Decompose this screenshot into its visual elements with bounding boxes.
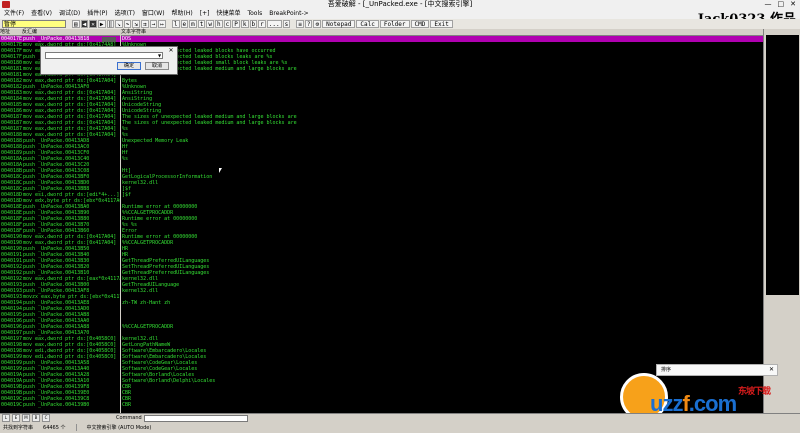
exit-button[interactable]: Exit: [430, 20, 453, 28]
help-icon[interactable]: ?: [304, 20, 313, 28]
tab-c[interactable]: C: [42, 414, 50, 422]
tab-m[interactable]: M: [22, 414, 30, 422]
cmd-button[interactable]: CMD: [410, 20, 430, 28]
close-icon[interactable]: ✕: [89, 20, 97, 28]
toolbar-btn-c[interactable]: c: [223, 20, 232, 28]
address-column-header[interactable]: 地址: [0, 29, 22, 36]
menu-plugins[interactable]: 插件(P): [87, 9, 107, 19]
list-icon[interactable]: ≡: [296, 20, 304, 28]
execute-till-return-icon[interactable]: →: [149, 20, 158, 28]
folder-button[interactable]: Folder: [379, 20, 410, 28]
command-bar: L E M B C Command: [0, 413, 800, 422]
menu-help[interactable]: 帮助(H): [172, 9, 193, 19]
search-dialog: ✕ ▼ 确定 取消: [40, 46, 178, 75]
command-pane[interactable]: push _UnPacke.00413B18 mov eax,dword ptr …: [22, 36, 120, 413]
calc-button[interactable]: Calc: [356, 20, 379, 28]
toolbar-btn-m[interactable]: m: [189, 20, 197, 28]
toolbar-btn-l[interactable]: l: [171, 20, 180, 28]
goto-icon[interactable]: ↦: [158, 20, 166, 28]
menu-options[interactable]: 选项(T): [115, 9, 135, 19]
open-icon[interactable]: ▤: [72, 20, 80, 28]
menu-view[interactable]: 查看(V): [31, 9, 52, 19]
text-strings-pane[interactable]: DOS %Unknown The sizes of unexpected leake…: [121, 36, 763, 413]
dialog-close-icon[interactable]: ✕: [167, 48, 175, 54]
toolbar-btn-h[interactable]: h: [215, 20, 223, 28]
trace-over-icon[interactable]: ⇉: [141, 20, 149, 28]
address-pane[interactable]: 004017E9004017EF004017F2004017F500401800…: [0, 36, 22, 413]
settings-icon[interactable]: ⚙: [313, 20, 322, 28]
toolbar-btn-r[interactable]: r: [258, 20, 266, 28]
toolbar-btn-dots[interactable]: ...: [266, 20, 282, 28]
toolbar-btn-e[interactable]: e: [180, 20, 189, 28]
trace-into-icon[interactable]: ⇲: [132, 20, 140, 28]
ok-button[interactable]: 确定: [117, 62, 141, 70]
pause-icon[interactable]: ‖: [106, 20, 115, 28]
window-title: 吾爱破解 - [_UnPacked.exe - [中文搜索引擎]: [327, 0, 473, 8]
menu-file[interactable]: 文件(F): [4, 9, 24, 19]
command-input[interactable]: [143, 414, 248, 422]
toolbar-btn-b[interactable]: b: [249, 20, 258, 28]
mouse-cursor-icon: [219, 168, 222, 173]
tab-l[interactable]: L: [2, 414, 10, 422]
menu-breakpoint[interactable]: BreakPoint->: [269, 9, 308, 19]
menu-plus[interactable]: [+]: [200, 9, 210, 19]
menu-debug[interactable]: 调试(D): [59, 9, 80, 19]
step-over-icon[interactable]: ↷: [123, 20, 132, 28]
tab-e[interactable]: E: [12, 414, 20, 422]
status-mode: 中文搜索引擎 (AUTO Mode): [86, 425, 152, 431]
toolbar-btn-k[interactable]: k: [240, 20, 249, 28]
notepad-button[interactable]: Notepad: [322, 20, 356, 28]
text-column-header[interactable]: 文本字符串: [121, 29, 763, 36]
command-label: Command: [116, 415, 142, 421]
status-count: 64465 个: [43, 425, 66, 431]
run-icon[interactable]: ▶: [97, 20, 106, 28]
step-into-icon[interactable]: ↘: [115, 20, 123, 28]
cancel-button[interactable]: 取消: [145, 62, 169, 70]
status-label: 共找到字符串: [3, 425, 34, 431]
toolbar-btn-w[interactable]: w: [206, 20, 214, 28]
restart-icon[interactable]: ◀: [80, 20, 89, 28]
address-row[interactable]: 004019C8: [0, 402, 22, 408]
tab-b[interactable]: B: [32, 414, 40, 422]
toolbar-btn-s[interactable]: s: [282, 20, 291, 28]
menu-shortcut[interactable]: 快捷菜单: [216, 9, 240, 19]
toolbar: 暂停 ▤ ◀ ✕ ▶ ‖ ↘ ↷ ⇲ ⇉ → ↦ l e m t w h c P…: [0, 19, 800, 29]
status-field[interactable]: 暂停: [2, 20, 66, 28]
toolbar-btn-p[interactable]: P: [232, 20, 240, 28]
status-bar: 共找到字符串 64465 个 中文搜索引擎 (AUTO Mode): [0, 422, 800, 433]
right-side-pane: [766, 35, 799, 295]
chevron-down-icon[interactable]: ▼: [157, 53, 162, 58]
command-row[interactable]: push _UnPacke.004139B0: [22, 402, 120, 408]
command-column-header[interactable]: 反汇编: [22, 29, 120, 36]
search-input[interactable]: ▼: [45, 52, 163, 59]
menu-tools[interactable]: Tools: [247, 9, 262, 19]
highlight-marker: [102, 37, 116, 42]
logo-top-text: 东坡下载: [738, 387, 771, 397]
toolbar-btn-t[interactable]: t: [197, 20, 206, 28]
menu-bar: 文件(F) 查看(V) 调试(D) 插件(P) 选项(T) 窗口(W) 帮助(H…: [0, 9, 800, 19]
right-side-panel: [763, 29, 800, 413]
menu-window[interactable]: 窗口(W): [142, 9, 165, 19]
